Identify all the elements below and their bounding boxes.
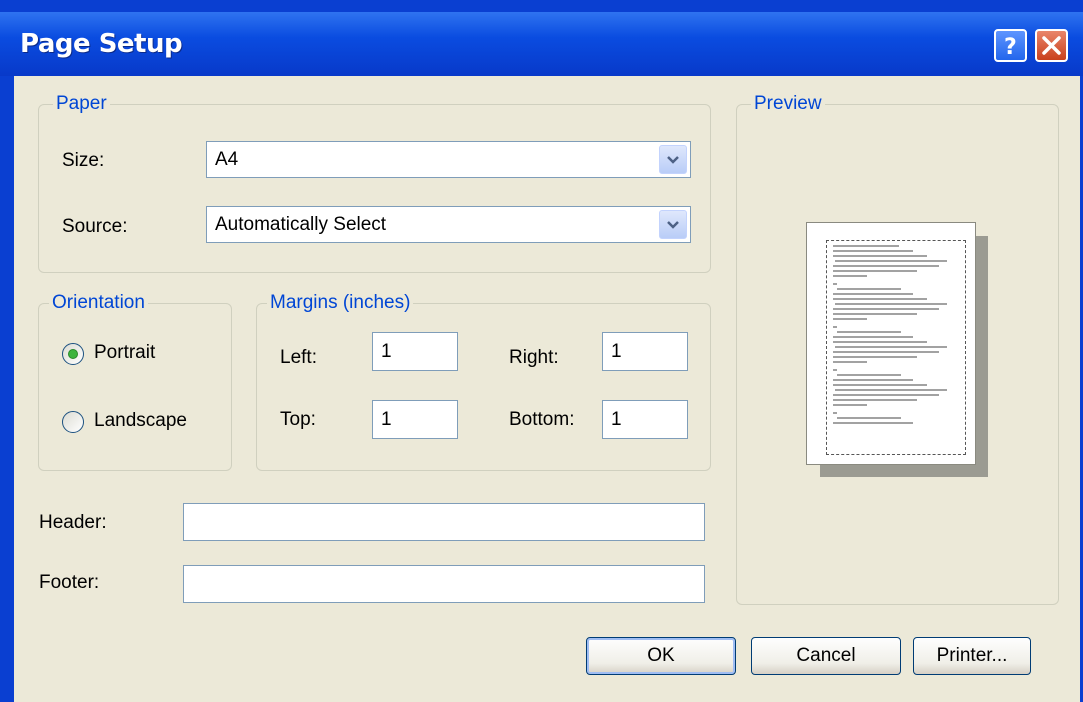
orientation-legend: Orientation <box>49 292 148 314</box>
portrait-option[interactable]: Portrait <box>62 341 202 367</box>
preview-legend: Preview <box>751 93 825 115</box>
page-sheet <box>806 222 976 465</box>
margins-legend: Margins (inches) <box>267 292 414 314</box>
portrait-label: Portrait <box>94 342 156 363</box>
size-selected-value: A4 <box>215 149 239 170</box>
size-select[interactable]: A4 <box>206 141 691 178</box>
page-margin-outline <box>826 240 966 455</box>
top-margin-label: Top: <box>280 409 316 430</box>
footer-input[interactable] <box>183 565 705 603</box>
cancel-button[interactable]: Cancel <box>751 637 901 675</box>
svg-text:?: ? <box>1004 35 1017 60</box>
chevron-down-icon <box>667 221 679 229</box>
printer-button[interactable]: Printer... <box>913 637 1031 675</box>
ok-button[interactable]: OK <box>586 637 736 675</box>
header-label: Header: <box>39 512 107 533</box>
source-label: Source: <box>62 216 128 237</box>
top-margin-input[interactable]: 1 <box>372 400 458 439</box>
bottom-margin-label: Bottom: <box>509 409 575 430</box>
landscape-option[interactable]: Landscape <box>62 409 222 435</box>
right-margin-label: Right: <box>509 347 559 368</box>
left-margin-input[interactable]: 1 <box>372 332 458 371</box>
size-label: Size: <box>62 150 105 171</box>
close-icon <box>1042 36 1061 55</box>
portrait-radio[interactable] <box>62 343 84 365</box>
landscape-radio[interactable] <box>62 411 84 433</box>
dialog-title: Page Setup <box>20 29 183 59</box>
help-icon: ? <box>1004 35 1017 60</box>
radio-selected-dot <box>68 349 78 359</box>
margins-group: Margins (inches) <box>256 292 711 471</box>
source-dropdown-button[interactable] <box>659 210 687 239</box>
right-margin-input[interactable]: 1 <box>602 332 688 371</box>
orientation-group: Orientation <box>38 292 232 471</box>
paper-legend: Paper <box>53 93 110 115</box>
left-margin-label: Left: <box>280 347 317 368</box>
help-button[interactable]: ? <box>994 29 1027 62</box>
landscape-label: Landscape <box>94 410 187 431</box>
footer-label: Footer: <box>39 572 100 593</box>
paper-group: Paper <box>38 93 711 273</box>
header-input[interactable] <box>183 503 705 541</box>
size-dropdown-button[interactable] <box>659 145 687 174</box>
title-bar[interactable]: Page Setup ? <box>0 12 1083 76</box>
chevron-down-icon <box>667 156 679 164</box>
bottom-margin-input[interactable]: 1 <box>602 400 688 439</box>
source-selected-value: Automatically Select <box>215 214 387 235</box>
source-select[interactable]: Automatically Select <box>206 206 691 243</box>
page-preview <box>806 222 988 477</box>
page-text-lines <box>833 245 947 424</box>
close-button[interactable] <box>1035 29 1068 62</box>
page-setup-dialog: Page Setup ? Paper Size: A4 Source: Auto… <box>0 0 1083 702</box>
